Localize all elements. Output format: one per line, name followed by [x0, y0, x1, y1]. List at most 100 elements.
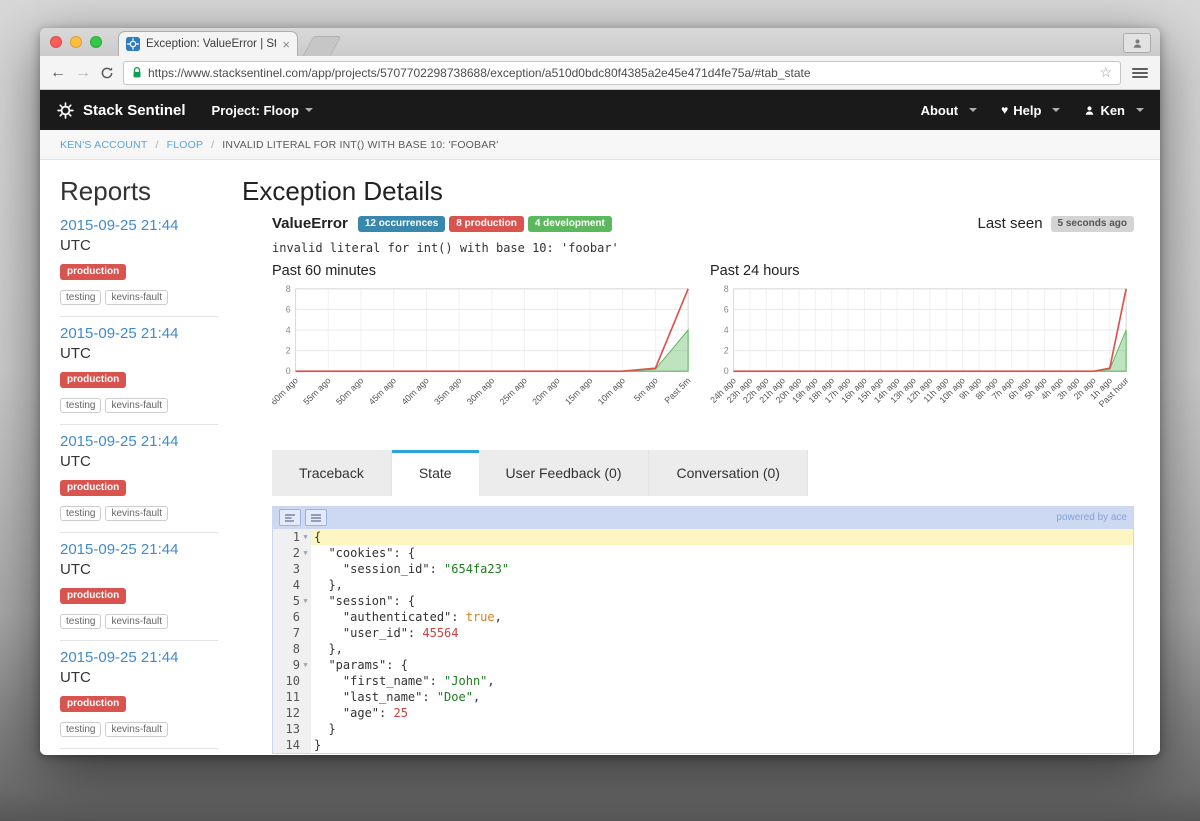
token: "session_id":	[314, 562, 444, 576]
tab-traceback[interactable]: Traceback	[272, 450, 392, 496]
code-line[interactable]: 1▼{	[273, 529, 1133, 545]
report-badge-row: production	[60, 693, 240, 712]
code-text[interactable]: },	[311, 577, 1133, 593]
code-line[interactable]: 14}	[273, 737, 1133, 753]
code-line[interactable]: 6 "authenticated": true,	[273, 609, 1133, 625]
help-dropdown[interactable]: ♥ Help	[1001, 103, 1060, 118]
gutter-cell: 6	[273, 609, 311, 625]
browser-profile-button[interactable]	[1123, 33, 1151, 53]
report-item: 2015-09-25 21:44UTCproductiontestingkevi…	[60, 533, 240, 641]
code-text[interactable]: "age": 25	[311, 705, 1133, 721]
breadcrumb: KEN'S ACCOUNT/FLOOP/INVALID LITERAL FOR …	[40, 130, 1160, 160]
new-tab-button[interactable]	[303, 36, 342, 56]
svg-text:5m ago: 5m ago	[632, 375, 660, 403]
code-text[interactable]: "first_name": "John",	[311, 673, 1133, 689]
tab-close-icon[interactable]: ×	[282, 38, 290, 51]
code-area[interactable]: 1▼{2▼ "cookies": {3 "session_id": "654fa…	[273, 529, 1133, 753]
fold-arrow-icon[interactable]: ▼	[300, 529, 311, 545]
line-number: 10	[286, 673, 300, 689]
report-timezone: UTC	[60, 237, 240, 254]
line-number: 7	[293, 625, 300, 641]
code-text[interactable]: "session_id": "654fa23"	[311, 561, 1133, 577]
tab-title: Exception: ValueError | Sta	[146, 38, 276, 50]
fold-arrow-icon[interactable]: ▼	[300, 593, 311, 609]
breadcrumb-item[interactable]: FLOOP	[167, 139, 204, 151]
code-line[interactable]: 8 },	[273, 641, 1133, 657]
lock-icon[interactable]	[132, 66, 142, 79]
fold-arrow-icon[interactable]: ▼	[300, 657, 311, 673]
code-line[interactable]: 5▼ "session": {	[273, 593, 1133, 609]
fold-arrow-icon[interactable]: ▼	[300, 545, 311, 561]
browser-tab[interactable]: Exception: ValueError | Sta ×	[118, 31, 298, 56]
reload-button[interactable]	[100, 66, 114, 80]
about-dropdown[interactable]: About	[921, 103, 978, 118]
window-close-button[interactable]	[50, 36, 62, 48]
svg-text:15m ago: 15m ago	[563, 375, 594, 406]
code-line[interactable]: 12 "age": 25	[273, 705, 1133, 721]
report-date-link[interactable]: 2015-09-25 21:44	[60, 325, 178, 342]
gutter-cell: 4	[273, 577, 311, 593]
code-text[interactable]: "last_name": "Doe",	[311, 689, 1133, 705]
window-zoom-button[interactable]	[90, 36, 102, 48]
project-dropdown[interactable]: Project: Floop	[212, 103, 313, 118]
report-item: 2015-09-25 21:44UTCproductiontestingkevi…	[60, 425, 240, 533]
help-label: Help	[1013, 103, 1041, 118]
svg-text:4: 4	[724, 325, 729, 335]
report-date-link[interactable]: 2015-09-25 21:44	[60, 541, 178, 558]
code-line[interactable]: 3 "session_id": "654fa23"	[273, 561, 1133, 577]
gutter-cell: 9▼	[273, 657, 311, 673]
address-bar[interactable]: https://www.stacksentinel.com/app/projec…	[123, 61, 1121, 85]
code-text[interactable]: }	[311, 737, 1133, 753]
chart-title: Past 60 minutes	[272, 263, 696, 279]
window-minimize-button[interactable]	[70, 36, 82, 48]
tab-user-feedback-0[interactable]: User Feedback (0)	[479, 450, 650, 496]
code-line[interactable]: 10 "first_name": "John",	[273, 673, 1133, 689]
browser-menu-icon[interactable]	[1130, 66, 1150, 80]
browser-window: Exception: ValueError | Sta × ← → https:…	[40, 28, 1160, 755]
tab-conversation-0[interactable]: Conversation (0)	[649, 450, 808, 496]
environment-badge: production	[60, 588, 126, 604]
brand-logo[interactable]: Stack Sentinel	[56, 101, 186, 120]
token: "params": {	[314, 658, 408, 672]
line-number: 6	[293, 609, 300, 625]
report-date-link[interactable]: 2015-09-25 21:44	[60, 649, 178, 666]
tag-chip: kevins-fault	[105, 398, 168, 413]
tab-state[interactable]: State	[392, 450, 479, 496]
code-line[interactable]: 9▼ "params": {	[273, 657, 1133, 673]
code-text[interactable]: {	[311, 529, 1133, 545]
report-date-link[interactable]: 2015-09-25 21:44	[60, 433, 178, 450]
code-text[interactable]: "cookies": {	[311, 545, 1133, 561]
align-left-icon[interactable]	[279, 509, 301, 526]
app-navbar: Stack Sentinel Project: Floop About ♥ He…	[40, 90, 1160, 130]
token: "age":	[314, 706, 393, 720]
line-number: 13	[286, 721, 300, 737]
code-text[interactable]: "params": {	[311, 657, 1133, 673]
gutter-cell: 2▼	[273, 545, 311, 561]
align-justify-icon[interactable]	[305, 509, 327, 526]
svg-text:0: 0	[724, 366, 729, 376]
breadcrumb-item[interactable]: KEN'S ACCOUNT	[60, 139, 147, 151]
tag-chip: testing	[60, 290, 101, 305]
page-content: Reports 2015-09-25 21:44UTCproductiontes…	[40, 160, 1160, 754]
forward-button[interactable]: →	[75, 65, 91, 81]
chart-svg: 0246860m ago55m ago50m ago45m ago40m ago…	[272, 279, 696, 448]
code-line[interactable]: 2▼ "cookies": {	[273, 545, 1133, 561]
code-text[interactable]: "authenticated": true,	[311, 609, 1133, 625]
code-text[interactable]: "session": {	[311, 593, 1133, 609]
user-dropdown[interactable]: Ken	[1084, 103, 1144, 118]
report-timezone: UTC	[60, 453, 240, 470]
code-line[interactable]: 11 "last_name": "Doe",	[273, 689, 1133, 705]
code-line[interactable]: 13 }	[273, 721, 1133, 737]
token: ,	[487, 674, 494, 688]
svg-text:10m ago: 10m ago	[596, 375, 627, 406]
bookmark-star-icon[interactable]: ☆	[1099, 64, 1112, 81]
token: ,	[473, 690, 480, 704]
svg-text:40m ago: 40m ago	[399, 375, 430, 406]
report-date-link[interactable]: 2015-09-25 21:44	[60, 217, 178, 234]
code-line[interactable]: 7 "user_id": 45564	[273, 625, 1133, 641]
code-line[interactable]: 4 },	[273, 577, 1133, 593]
code-text[interactable]: }	[311, 721, 1133, 737]
code-text[interactable]: "user_id": 45564	[311, 625, 1133, 641]
code-text[interactable]: },	[311, 641, 1133, 657]
back-button[interactable]: ←	[50, 65, 66, 81]
